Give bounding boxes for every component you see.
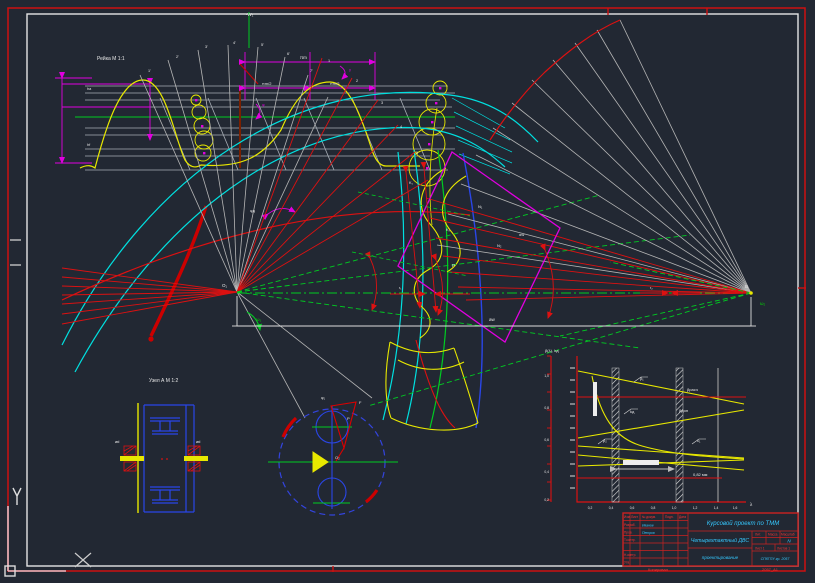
- drawing-label: 1,6: [733, 506, 738, 510]
- copied-label: Копировал: [648, 567, 669, 572]
- drawing-label: 1,4: [714, 506, 719, 510]
- svg-text:Разраб.: Разраб.: [624, 523, 636, 527]
- drawing-label: 0,2: [544, 498, 549, 502]
- drawing-label: 3: [381, 101, 383, 105]
- drawing-label: 0,8: [651, 506, 656, 510]
- bearing-bar-left: [120, 456, 144, 461]
- drawing-label: 1: [328, 59, 330, 63]
- drawing-label: ω₂: [760, 301, 766, 306]
- drawing-label: πm/2: [262, 81, 272, 86]
- svg-text:Листов 1: Листов 1: [777, 547, 790, 551]
- drawing-label: β₁: [640, 376, 644, 381]
- drawing-label: 6': [287, 52, 290, 56]
- drawing-label: β₂: [603, 438, 607, 443]
- drawing-label: aw: [489, 317, 496, 322]
- drawing-label: P: [452, 263, 455, 268]
- drawing-label: O₂: [335, 455, 340, 460]
- cad-canvas[interactable]: Изм. Лист № докум. Подп. Дата Разраб. Пр…: [0, 0, 815, 583]
- drawing-label: 0,6: [544, 438, 549, 442]
- bearing-bar-right: [184, 456, 208, 461]
- svg-text:Изм.: Изм.: [624, 515, 631, 519]
- drawing-label: 2: [356, 79, 358, 83]
- drawing-label: 0,2: [588, 506, 593, 510]
- drawing-label: 5': [261, 43, 264, 47]
- drawing-label: kд: [630, 409, 635, 414]
- drawing-label: γ: [349, 67, 351, 72]
- svg-text:Т.контр.: Т.контр.: [624, 538, 636, 542]
- drawing-label: φд: [250, 208, 256, 213]
- group-name: СПбГПУ гр. 2057: [761, 557, 791, 561]
- svg-text:Лист: Лист: [631, 515, 638, 519]
- drawing-label: 7': [310, 69, 313, 73]
- drawing-label: 3': [205, 45, 208, 49]
- svg-text:Петров: Петров: [642, 531, 655, 535]
- org-name: проектирование: [702, 555, 739, 560]
- drawing-label: 1,0: [544, 374, 549, 378]
- drawing-label: P: [347, 416, 350, 421]
- drawing-label: 1': [148, 69, 151, 73]
- drawing-label: 1,0: [672, 506, 677, 510]
- svg-text:Масса: Масса: [768, 533, 778, 537]
- drawing-label: ⌀d: [115, 440, 119, 444]
- drawing-label: 0,8: [544, 406, 549, 410]
- hatched-band-2: [676, 368, 683, 502]
- drawing-label: πm/2: [330, 81, 340, 86]
- drawing-label: 4: [400, 125, 402, 129]
- drawing-label: B: [745, 284, 748, 289]
- svg-text:Масштаб: Масштаб: [781, 533, 795, 537]
- rack-title: Рейка М 1:1: [97, 55, 125, 62]
- drawing-label: 5: [416, 151, 418, 155]
- svg-text:Пров.: Пров.: [624, 531, 633, 535]
- detail-title: Узел А М 1:2: [149, 378, 179, 384]
- drawing-label: ⌀d: [196, 440, 200, 444]
- svg-text:Лит.: Лит.: [755, 533, 761, 537]
- svg-text:Иванов: Иванов: [642, 524, 654, 528]
- format-label: 2057_А1: [762, 567, 779, 572]
- drawing-label: 4': [233, 41, 236, 45]
- drawing-label: φ₁: [321, 395, 326, 400]
- svg-text:Утв.: Утв.: [624, 561, 630, 565]
- legend-bar: [623, 460, 659, 465]
- drawing-label: ω₁: [256, 317, 262, 322]
- drawing-label: K₂: [446, 228, 451, 232]
- drawing-label: -W₁: [246, 12, 254, 17]
- drawing-label: N₁: [478, 204, 483, 209]
- svg-text:Лист 1: Лист 1: [755, 547, 765, 551]
- drawing-label: N₂: [497, 243, 502, 248]
- svg-text:Подп.: Подп.: [665, 515, 674, 519]
- drawing-label: 2': [176, 55, 179, 59]
- drawing-label: φ: [262, 102, 265, 107]
- drawing-label: αw: [519, 232, 524, 237]
- cam-point: [148, 336, 153, 341]
- drawing-label: 0,4: [609, 506, 614, 510]
- drawing-label: 0,82 мм: [693, 472, 708, 477]
- svg-text:№ докум.: № докум.: [642, 515, 656, 519]
- drawing-label: πm: [300, 55, 307, 60]
- graph-title: β(λ), kд: [545, 348, 559, 353]
- drawing-label: βрасч: [687, 387, 698, 392]
- drawing-label: 0,4: [544, 470, 549, 474]
- svg-text:Н.контр.: Н.контр.: [624, 553, 636, 557]
- svg-text:Дата: Дата: [679, 515, 686, 519]
- project-title: Курсовой проект по ТММ: [707, 520, 779, 527]
- drawing-label: 0,6: [630, 506, 635, 510]
- value-bar: [593, 382, 597, 416]
- assembly-title: Четырехтактный ДВС: [691, 537, 750, 544]
- drawing-label: O₁: [222, 283, 228, 288]
- hatched-band-1: [612, 368, 619, 502]
- title-block[interactable]: Изм. Лист № докум. Подп. Дата Разраб. Пр…: [623, 513, 798, 572]
- drawing-label: 1,2: [693, 506, 698, 510]
- drawing-label: βдоп: [679, 408, 688, 413]
